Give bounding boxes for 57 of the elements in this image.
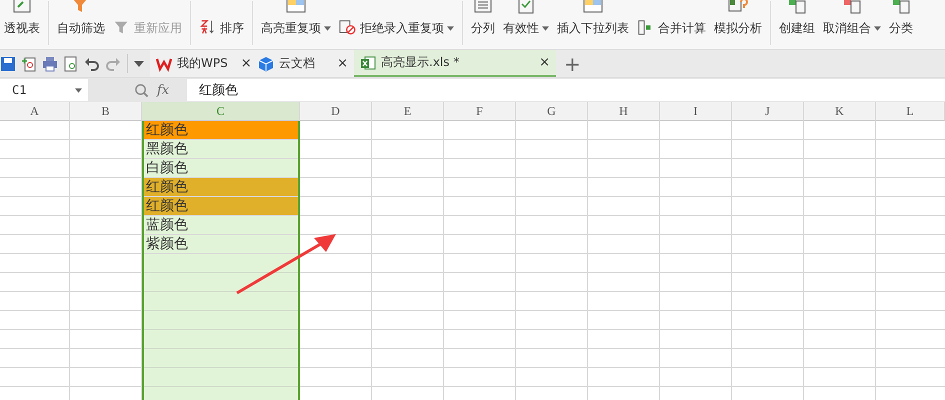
column-header[interactable]: H: [588, 102, 660, 121]
group-icon: [891, 0, 911, 16]
ribbon-button[interactable]: 创建组: [779, 20, 815, 37]
tab-title: 高亮显示.xls *: [381, 54, 460, 71]
ribbon-button[interactable]: 拒绝录入重复项: [360, 20, 454, 36]
document-tab[interactable]: 云文档 ×: [252, 50, 354, 77]
table-cell: 紫颜色: [144, 235, 298, 254]
ribbon-button[interactable]: 分类: [889, 20, 913, 37]
table-cell: 红颜色: [144, 178, 298, 197]
undo-icon[interactable]: [84, 56, 100, 72]
zoom-icon[interactable]: [134, 82, 149, 98]
table-cell: 红颜色: [144, 197, 298, 216]
document-tab[interactable]: 我的WPS ×: [150, 50, 252, 77]
ribbon-button[interactable]: 分列: [471, 20, 495, 37]
column-header[interactable]: B: [70, 102, 142, 121]
ribbon-button[interactable]: 插入下拉列表: [557, 20, 629, 37]
tab-title: 我的WPS: [177, 55, 228, 72]
ribbon-button[interactable]: 排序: [220, 20, 244, 36]
table-cell: 蓝颜色: [144, 216, 298, 235]
spreadsheet-icon: [360, 54, 376, 70]
name-box[interactable]: C1: [0, 79, 88, 101]
document-tab[interactable]: 高亮显示.xls * ×: [354, 50, 556, 77]
table-cell: 红颜色: [144, 121, 298, 140]
column-header[interactable]: I: [660, 102, 732, 121]
group-icon: [787, 0, 807, 16]
formula-field[interactable]: 红颜色: [187, 79, 945, 101]
column-header[interactable]: A: [0, 102, 70, 121]
column-header[interactable]: F: [444, 102, 516, 121]
prohibited-icon: [339, 19, 357, 37]
ribbon-button[interactable]: 模拟分析: [714, 20, 762, 37]
ribbon-button[interactable]: 自动筛选: [57, 20, 105, 37]
column-header[interactable]: L: [876, 102, 945, 121]
caret-icon: [75, 88, 82, 92]
ribbon-button[interactable]: 有效性: [503, 20, 549, 37]
close-button[interactable]: ×: [329, 56, 348, 71]
ribbon-button[interactable]: 合并计算: [658, 20, 706, 36]
table-cell: 白颜色: [144, 159, 298, 178]
close-button[interactable]: ×: [531, 55, 550, 70]
new-tab-button[interactable]: +: [556, 54, 589, 74]
preview-icon[interactable]: [63, 56, 79, 72]
table-cell: 黑颜色: [144, 140, 298, 159]
ungroup-icon: [842, 0, 862, 16]
ribbon-button[interactable]: 高亮重复项: [261, 20, 331, 37]
ribbon-button[interactable]: 取消组合: [823, 20, 881, 37]
column-header[interactable]: G: [516, 102, 588, 121]
column-header[interactable]: E: [372, 102, 444, 121]
cube-icon: [258, 56, 274, 72]
column-header[interactable]: K: [804, 102, 876, 121]
ribbon-button[interactable]: 透视表: [4, 20, 40, 37]
save-icon[interactable]: [0, 56, 16, 72]
checklist-icon: [516, 0, 536, 16]
close-button[interactable]: ×: [232, 56, 252, 71]
column-header[interactable]: D: [300, 102, 372, 121]
column-header[interactable]: J: [732, 102, 804, 121]
print-icon[interactable]: [42, 56, 58, 72]
function-button[interactable]: fx: [157, 82, 170, 98]
tab-title: 云文档: [279, 55, 315, 72]
